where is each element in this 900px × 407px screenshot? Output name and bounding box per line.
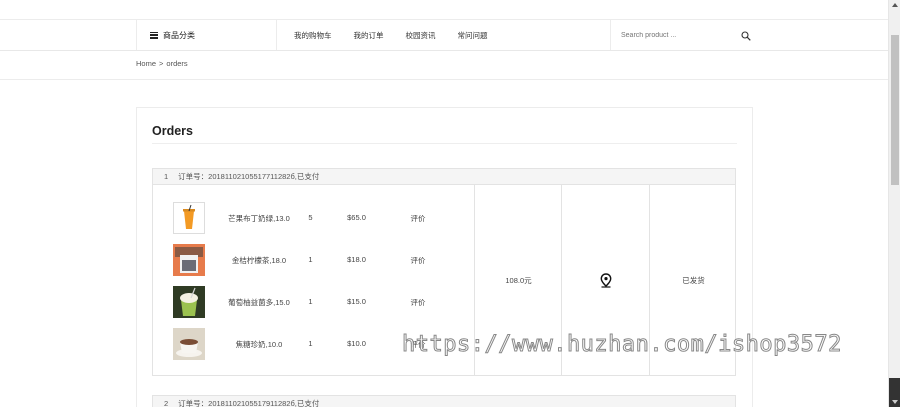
category-label: 商品分类 bbox=[163, 30, 195, 40]
review-link[interactable]: 评价 bbox=[405, 297, 431, 308]
hamburger-icon bbox=[150, 31, 158, 39]
product-name: 葡萄柚益菌多,15.0 bbox=[228, 298, 290, 307]
search-input[interactable] bbox=[621, 31, 731, 39]
menu-cart[interactable]: 我的购物车 bbox=[294, 30, 332, 41]
product-image[interactable] bbox=[173, 244, 205, 276]
menu-news[interactable]: 校园资讯 bbox=[406, 30, 436, 41]
product-price: $18.0 bbox=[347, 255, 366, 264]
review-link[interactable]: 评价 bbox=[405, 213, 431, 224]
location-pin-icon[interactable] bbox=[600, 272, 612, 288]
main-menu: 我的购物车 我的订单 校园资讯 常问问题 bbox=[294, 20, 510, 50]
watermark: https://www.huzhan.com/ishop3572 bbox=[402, 332, 842, 358]
order-number: 1 bbox=[164, 172, 169, 181]
order-number: 2 bbox=[164, 399, 169, 407]
list-item: 芒果布丁奶绿,13.0 5 $65.0 评价 bbox=[153, 202, 474, 234]
product-name: 金桔柠檬茶,18.0 bbox=[231, 256, 287, 265]
top-strip bbox=[0, 0, 888, 20]
list-item: 葡萄柚益菌多,15.0 1 $15.0 评价 bbox=[153, 286, 474, 318]
product-image[interactable] bbox=[173, 286, 205, 318]
scrollbar[interactable] bbox=[888, 0, 900, 407]
product-qty: 5 bbox=[308, 213, 313, 222]
product-qty: 1 bbox=[308, 297, 313, 306]
product-price: $10.0 bbox=[347, 339, 366, 348]
category-menu[interactable]: 商品分类 bbox=[136, 20, 277, 50]
breadcrumb-current: orders bbox=[166, 59, 188, 68]
search-box bbox=[610, 20, 751, 50]
page-title: Orders bbox=[152, 124, 193, 138]
order-header: 2 订单号：20181102105517911282б,已支付 bbox=[152, 395, 736, 407]
menu-orders[interactable]: 我的订单 bbox=[354, 30, 384, 41]
divider bbox=[0, 79, 888, 80]
menu-faq[interactable]: 常问问题 bbox=[458, 30, 488, 41]
scrollbar-thumb[interactable] bbox=[891, 35, 899, 185]
navbar: 商品分类 我的购物车 我的订单 校园资讯 常问问题 bbox=[0, 20, 888, 51]
search-icon[interactable] bbox=[741, 31, 751, 41]
product-name: 焦糖珍奶,10.0 bbox=[235, 340, 283, 349]
product-price: $15.0 bbox=[347, 297, 366, 306]
product-price: $65.0 bbox=[347, 213, 366, 222]
product-name: 芒果布丁奶绿,13.0 bbox=[228, 214, 290, 223]
order-header: 1 订单号：20181102105517711282б,已支付 bbox=[152, 168, 736, 185]
breadcrumb-separator: > bbox=[159, 59, 164, 68]
order-info: 订单号：20181102105517711282б,已支付 bbox=[178, 172, 320, 181]
breadcrumb: Home > orders bbox=[136, 59, 188, 68]
product-qty: 1 bbox=[308, 339, 313, 348]
product-qty: 1 bbox=[308, 255, 313, 264]
order-info: 订单号：20181102105517911282б,已支付 bbox=[178, 399, 320, 407]
review-link[interactable]: 评价 bbox=[405, 255, 431, 266]
scroll-down-icon[interactable] bbox=[892, 400, 898, 404]
list-item: 金桔柠檬茶,18.0 1 $18.0 评价 bbox=[153, 244, 474, 276]
product-image[interactable] bbox=[173, 202, 205, 234]
breadcrumb-home[interactable]: Home bbox=[136, 59, 156, 68]
divider bbox=[152, 143, 737, 144]
scroll-up-icon[interactable] bbox=[892, 3, 898, 7]
product-image[interactable] bbox=[173, 328, 205, 360]
